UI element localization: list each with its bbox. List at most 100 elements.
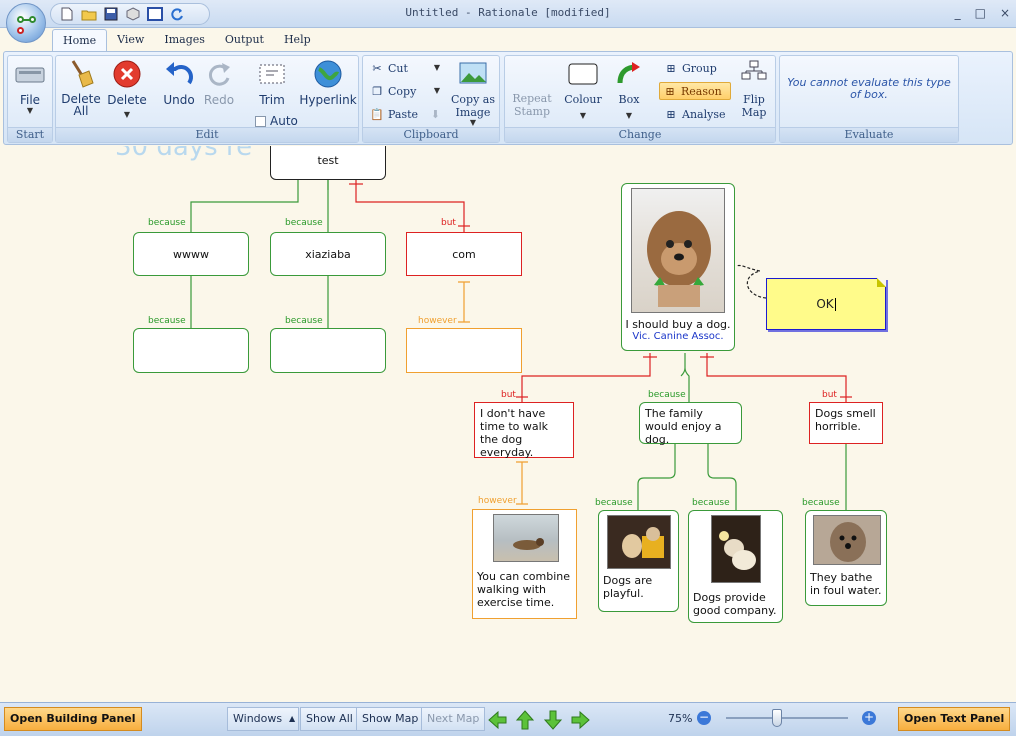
analyse-icon: ⊞ (666, 107, 676, 121)
reason-box-bathe[interactable]: They bathe in foul water. (805, 510, 887, 606)
arrow-up-icon[interactable] (513, 708, 537, 732)
because-label: because (285, 316, 323, 326)
paste-button[interactable]: 📋 Paste ⬇ (367, 105, 443, 123)
close-button[interactable]: × (1000, 6, 1010, 20)
checkbox-icon (255, 115, 266, 127)
copy-icon: ❐ (372, 84, 382, 98)
company-dog-photo (711, 515, 761, 583)
arrow-left-icon[interactable] (485, 708, 509, 732)
group-label-edit: Edit (56, 127, 358, 142)
reason-box-playful[interactable]: Dogs are playful. (598, 510, 679, 612)
reason-box-family[interactable]: The family would enjoy a dog. (639, 402, 742, 446)
rebuttal-box-empty[interactable] (406, 328, 522, 373)
claim-box-test[interactable]: test (270, 146, 386, 180)
reason-box-empty[interactable] (270, 328, 386, 373)
reason-button[interactable]: ⊞ Reason (659, 82, 731, 100)
text-cursor (834, 297, 836, 311)
zoom-slider-thumb[interactable] (772, 709, 783, 727)
copy-button[interactable]: ❐ Copy ▼ (367, 82, 443, 100)
zoom-slider[interactable] (726, 717, 848, 719)
group-icon: ⊞ (666, 61, 676, 75)
colour-swatch-icon (567, 58, 599, 90)
chevron-down-icon: ▼ (469, 118, 477, 127)
reason-box-wwww[interactable]: wwww (133, 232, 249, 276)
objection-box-smell[interactable]: Dogs smell horrible. (809, 402, 883, 444)
because-label: because (148, 218, 186, 228)
objection-box-com[interactable]: com (406, 232, 522, 276)
tab-output[interactable]: Output (215, 29, 274, 51)
tab-help[interactable]: Help (274, 29, 321, 51)
analyse-button[interactable]: ⊞ Analyse (661, 105, 731, 123)
flip-map-icon (738, 58, 770, 90)
walking-photo (493, 514, 559, 562)
arrow-down-icon[interactable] (541, 708, 565, 732)
group-evaluate: You cannot evaluate this type of box. Ev… (779, 55, 959, 143)
undo-button[interactable]: Undo (159, 58, 199, 107)
reason-box-xiaziaba[interactable]: xiaziaba (270, 232, 386, 276)
group-start: File ▼ Start (7, 55, 53, 143)
tab-home[interactable]: Home (52, 29, 108, 51)
group-button[interactable]: ⊞ Group (661, 59, 731, 77)
redo-button[interactable]: Redo (199, 58, 239, 107)
next-map-button[interactable]: Next Map (421, 707, 486, 731)
because-label: because (148, 316, 186, 326)
status-bar: Open Building Panel Windows ▲ Show All S… (0, 702, 1016, 736)
group-edit: Delete All Delete ▼ Undo Redo Trim Auto … (55, 55, 359, 143)
box-button[interactable]: Box ▼ (611, 58, 647, 120)
image-icon (457, 58, 489, 90)
reason-box-empty[interactable] (133, 328, 249, 373)
because-label: because (595, 498, 633, 508)
arrow-down-icon: ⬇ (430, 107, 440, 121)
rebuttal-box-walking[interactable]: You can combine walking with exercise ti… (472, 509, 577, 619)
group-label-evaluate: Evaluate (780, 127, 958, 142)
delete-button[interactable]: Delete ▼ (106, 58, 148, 119)
tab-images[interactable]: Images (154, 29, 215, 51)
because-label: because (285, 218, 323, 228)
show-map-button[interactable]: Show Map (356, 707, 425, 731)
wet-dog-photo (813, 515, 881, 565)
arrow-right-icon[interactable] (569, 708, 593, 732)
trim-icon (256, 58, 288, 90)
copy-as-image-button[interactable]: Copy as Image ▼ (449, 58, 497, 127)
cut-button[interactable]: ✂ Cut ▼ (367, 59, 443, 77)
delete-all-button[interactable]: Delete All (60, 58, 102, 117)
note-box[interactable]: OK (766, 278, 886, 330)
flip-map-button[interactable]: Flip Map (735, 58, 773, 119)
tab-view[interactable]: View (107, 29, 154, 51)
playful-dog-photo (607, 515, 671, 569)
chevron-down-icon: ▼ (579, 111, 587, 120)
open-building-panel-button[interactable]: Open Building Panel (4, 707, 142, 731)
dog-photo (631, 188, 725, 313)
ribbon: File ▼ Start Delete All Delete ▼ Undo Re… (3, 51, 1013, 145)
ribbon-tabs: Home View Images Output Help (52, 28, 321, 51)
reason-box-company[interactable]: Dogs provide good company. (688, 510, 783, 623)
minimize-button[interactable]: _ (955, 6, 961, 20)
colour-button[interactable]: Colour ▼ (561, 58, 605, 120)
window-title: Untitled - Rationale [modified] (405, 6, 611, 19)
delete-x-icon (111, 58, 143, 90)
undo-arrow-icon (163, 58, 195, 90)
because-label: because (802, 498, 840, 508)
claim-box-buy-dog[interactable]: I should buy a dog. Vic. Canine Assoc. (621, 183, 735, 351)
zoom-in-icon[interactable]: + (862, 711, 876, 725)
because-label: because (648, 390, 686, 400)
repeat-stamp-button[interactable]: Repeat Stamp (507, 92, 557, 118)
title-bar: Untitled - Rationale [modified] _ □ × (0, 0, 1016, 43)
hyperlink-button[interactable]: Hyperlink (299, 58, 357, 107)
map-canvas[interactable]: 30 days re test because wwww because xia… (0, 146, 1016, 702)
source-link[interactable]: Vic. Canine Assoc. (632, 331, 723, 342)
box-type-icon (613, 58, 645, 90)
zoom-level: 75% (668, 712, 693, 725)
app-menu-button[interactable] (6, 3, 46, 43)
show-all-button[interactable]: Show All (300, 707, 359, 731)
zoom-out-icon[interactable]: − (697, 711, 711, 725)
file-button[interactable]: File ▼ (12, 58, 48, 115)
objection-box-walk[interactable]: I don't have time to walk the dog everyd… (474, 402, 574, 459)
windows-menu-button[interactable]: Windows ▲ (227, 707, 300, 731)
open-text-panel-button[interactable]: Open Text Panel (898, 707, 1011, 731)
trim-button[interactable]: Trim (252, 58, 292, 107)
group-label-start: Start (8, 127, 52, 142)
scissors-icon: ✂ (372, 61, 382, 75)
redo-arrow-icon (203, 58, 235, 90)
maximize-button[interactable]: □ (975, 6, 986, 20)
